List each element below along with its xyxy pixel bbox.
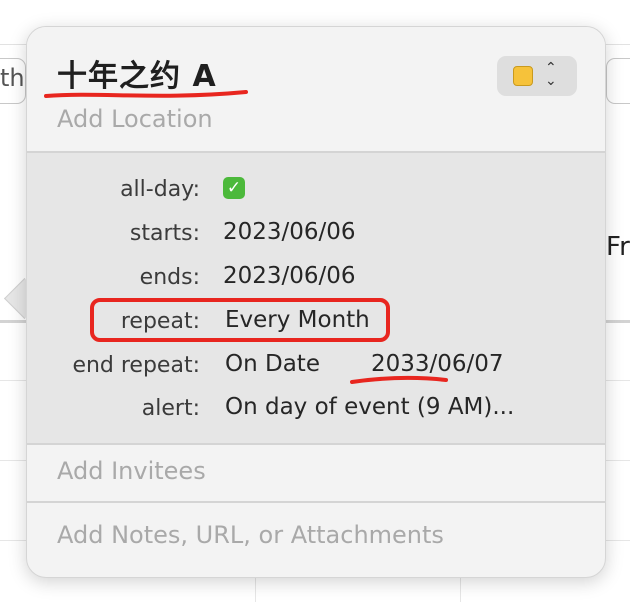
title-underline-mark	[44, 90, 248, 98]
repeat-highlight-box	[90, 298, 390, 342]
end-date-underline-mark	[350, 375, 448, 384]
